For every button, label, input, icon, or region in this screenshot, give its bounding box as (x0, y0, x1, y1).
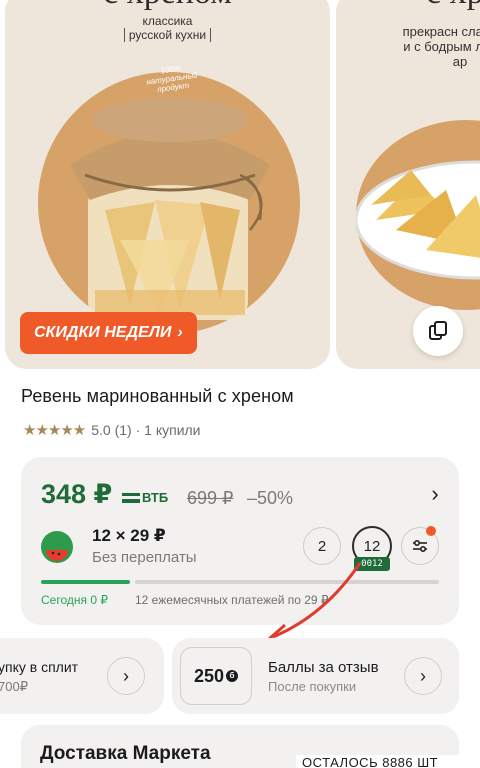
old-price: 699 ₽ (187, 488, 234, 508)
price-card: 348 ₽ ВТБ 699 ₽ –50% › 12 × 29 ₽ Без пер… (21, 457, 459, 625)
product-page: с хреном классика русской кухни 100% нат… (0, 0, 480, 768)
weekly-sales-label: СКИДКИ НЕДЕЛИ (34, 324, 172, 341)
discount-percent: –50% (247, 488, 294, 508)
banner-subtitle-line2: русской кухни (123, 28, 212, 42)
split-per-payment: 12 × 29 ₽ (92, 526, 166, 545)
split-card-subtitle: 700₽ (0, 679, 28, 694)
bank-badge: ВТБ (122, 490, 168, 505)
review-card-chevron-button[interactable]: › (404, 657, 442, 695)
banner-title-2: с хр (426, 0, 480, 12)
split-logo-icon (41, 531, 73, 563)
progress-paid (41, 580, 130, 584)
review-card-title: Баллы за отзыв (268, 659, 379, 676)
notification-dot (426, 526, 436, 536)
rating-text: 5.0 (1) · 1 купили (91, 422, 201, 438)
delivery-title: Доставка Маркета (40, 743, 211, 764)
vtb-logo-icon (122, 492, 140, 503)
jar-image (70, 98, 270, 320)
annotation-arrow-icon (268, 562, 362, 645)
points-badge: 250 б (180, 647, 252, 705)
split-card-chevron-button[interactable]: › (107, 657, 145, 695)
coin-icon: б (226, 670, 239, 682)
sliders-icon (413, 539, 427, 553)
gallery-image-card-2[interactable]: с хр прекрасн сладости и с бодрым легким… (336, 0, 480, 369)
banner-subtitle: классика русской кухни (5, 14, 330, 42)
split-purchase-card[interactable]: упку в сплит 700₽ › (0, 638, 164, 714)
split-card-title: упку в сплит (0, 659, 79, 675)
price-details-button[interactable]: › (423, 481, 447, 507)
today-payment: Сегодня 0 ₽ (41, 593, 108, 607)
gallery-image-card[interactable]: с хреном классика русской кухни 100% нат… (5, 0, 330, 369)
bank-name: ВТБ (142, 490, 169, 505)
stock-remaining: ОСТАЛОСЬ 8886 ШТ (296, 755, 471, 768)
weekly-sales-button[interactable]: СКИДКИ НЕДЕЛИ › (20, 312, 197, 354)
current-price: 348 ₽ (41, 479, 113, 509)
review-card-subtitle: После покупки (268, 679, 357, 694)
split-subtitle: Без переплаты (92, 549, 197, 566)
rating-row[interactable]: ★★★★★ 5.0 (1) · 1 купили (23, 421, 201, 439)
payment-progress (41, 580, 439, 584)
points-value: 250 (193, 665, 225, 686)
rating-stars-icon: ★★★★★ (23, 422, 86, 439)
review-points-card[interactable]: 250 б Баллы за отзыв После покупки › (172, 638, 459, 714)
dish-image (356, 160, 480, 280)
chevron-right-icon: › (177, 324, 183, 341)
banner-subtitle-line1: классика (142, 14, 193, 28)
banner-text-2: прекрасн сладости и с бодрым легким ар (402, 24, 480, 69)
gallery-view-icon (429, 321, 447, 340)
gallery-view-button[interactable] (413, 306, 463, 356)
banner-title: с хреном (5, 0, 330, 12)
product-title: Ревень маринованный с хреном (21, 386, 294, 406)
